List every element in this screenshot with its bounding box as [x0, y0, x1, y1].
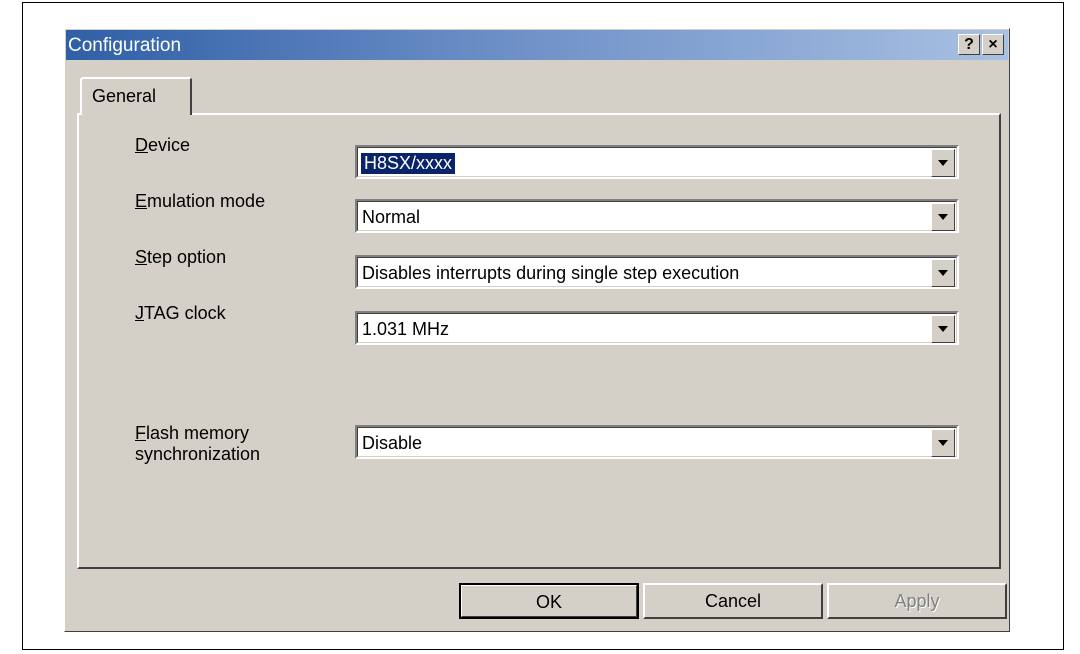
title-bar[interactable]: Configuration ? × [66, 30, 1008, 60]
jtag-clock-value: 1.031 MHz [362, 319, 450, 339]
step-option-label-rest: tep option [147, 247, 227, 267]
tab-general[interactable]: General [80, 77, 192, 115]
flash-sync-mnemonic: F [135, 423, 146, 443]
jtag-clock-combobox[interactable]: 1.031 MHz [355, 311, 959, 345]
step-option-label: Step option [135, 247, 226, 268]
emulation-mode-dropdown-button[interactable] [931, 203, 955, 231]
flash-sync-combobox[interactable]: Disable [355, 425, 959, 459]
flash-sync-label-line2: synchronization [135, 444, 261, 464]
emulation-mode-mnemonic: E [135, 191, 148, 211]
apply-button[interactable]: Apply [827, 583, 1007, 619]
emulation-mode-value: Normal [362, 207, 421, 227]
flash-sync-label-rest: lash memory [146, 423, 250, 443]
step-option-combobox[interactable]: Disables interrupts during single step e… [355, 255, 959, 289]
jtag-clock-mnemonic: J [135, 303, 144, 323]
ok-button-label: OK [535, 592, 562, 612]
emulation-mode-combobox[interactable]: Normal [355, 199, 959, 233]
general-tab-panel: Device H8SX/xxxx Emulation mode Normal S… [77, 113, 1001, 569]
step-option-value: Disables interrupts during single step e… [362, 263, 740, 283]
chevron-down-icon [938, 214, 948, 220]
dialog-title: Configuration [68, 35, 182, 56]
device-combobox[interactable]: H8SX/xxxx [355, 145, 959, 179]
device-label: Device [135, 135, 190, 156]
device-combobox-inner: H8SX/xxxx [357, 147, 957, 177]
chevron-down-icon [938, 440, 948, 446]
jtag-clock-label-rest: TAG clock [144, 303, 226, 323]
step-option-mnemonic: S [135, 247, 148, 267]
close-button[interactable]: × [982, 34, 1004, 55]
jtag-clock-combobox-inner: 1.031 MHz [357, 313, 957, 343]
device-value: H8SX/xxxx [361, 153, 456, 174]
configuration-dialog: Configuration ? × General Device H8SX/xx… [64, 28, 1010, 632]
flash-sync-value: Disable [362, 433, 423, 453]
chevron-down-icon [938, 160, 948, 166]
jtag-clock-dropdown-button[interactable] [931, 315, 955, 343]
flash-sync-dropdown-button[interactable] [931, 429, 955, 457]
chevron-down-icon [938, 270, 948, 276]
ok-button[interactable]: OK [459, 583, 639, 619]
flash-sync-label: Flash memory synchronization [135, 423, 260, 465]
emulation-mode-combobox-inner: Normal [357, 201, 957, 231]
help-button[interactable]: ? [958, 34, 980, 55]
device-label-rest: evice [148, 135, 191, 155]
jtag-clock-label: JTAG clock [135, 303, 226, 324]
flash-sync-combobox-inner: Disable [357, 427, 957, 457]
tab-general-label: General [92, 86, 157, 106]
device-dropdown-button[interactable] [931, 149, 955, 177]
step-option-dropdown-button[interactable] [931, 259, 955, 287]
step-option-combobox-inner: Disables interrupts during single step e… [357, 257, 957, 287]
cancel-button[interactable]: Cancel [643, 583, 823, 619]
device-label-mnemonic: D [135, 135, 148, 155]
emulation-mode-label: Emulation mode [135, 191, 265, 212]
chevron-down-icon [938, 326, 948, 332]
ok-button-face: OK [461, 585, 637, 617]
emulation-mode-label-rest: mulation mode [147, 191, 266, 211]
